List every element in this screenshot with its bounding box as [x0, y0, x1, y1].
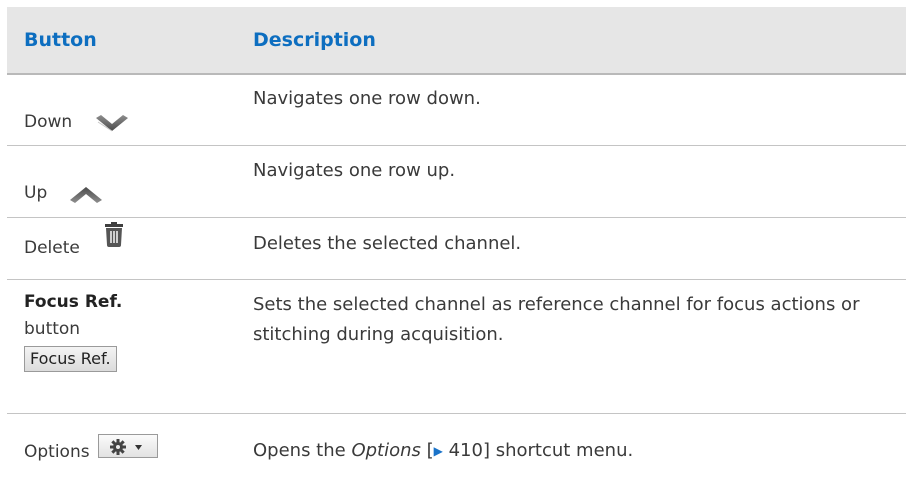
- options-desc-before: Opens the: [253, 440, 352, 461]
- table-row-up: Up Navigates one row up.: [7, 146, 906, 218]
- options-description: Opens the Options [▶ 410] shortcut menu.: [233, 414, 906, 478]
- button-cell: Delete: [7, 218, 233, 279]
- down-description: Navigates one row down.: [253, 88, 481, 109]
- focus-ref-button[interactable]: Focus Ref.: [24, 346, 117, 372]
- gear-dropdown-icon[interactable]: [98, 434, 158, 458]
- header-button: Button: [24, 29, 97, 51]
- options-label: Options: [24, 442, 90, 462]
- table-header: Button Description: [7, 7, 906, 75]
- chevron-down-icon[interactable]: [95, 113, 129, 137]
- button-cell: Options: [7, 414, 233, 478]
- chevron-up-icon[interactable]: [69, 185, 103, 209]
- options-link[interactable]: Options: [351, 440, 420, 461]
- button-cell: Down: [7, 75, 233, 145]
- up-label: Up: [24, 183, 48, 203]
- button-cell: Up: [7, 146, 233, 217]
- delete-description: Deletes the selected channel.: [253, 233, 522, 254]
- down-label: Down: [24, 112, 73, 132]
- xref-arrow-icon: ▶: [433, 444, 443, 458]
- table-row-options: Options Opens the Options [▶ 410] shortc…: [7, 414, 906, 478]
- up-description: Navigates one row up.: [253, 160, 456, 181]
- table-row-delete: Delete Deletes the selected channel.: [7, 218, 906, 280]
- delete-label: Delete: [24, 238, 80, 258]
- button-description-table: Button Description Down Navigates one ro…: [7, 7, 906, 478]
- xref-close: ]: [482, 440, 490, 461]
- trash-icon[interactable]: [103, 222, 125, 252]
- options-desc-after: shortcut menu.: [489, 440, 634, 461]
- options-xref[interactable]: [▶ 410]: [421, 440, 490, 461]
- focus-ref-label: Focus Ref.: [24, 292, 123, 312]
- xref-open: [: [420, 440, 434, 461]
- xref-page: 410: [442, 440, 483, 461]
- table-row-focus-ref: Focus Ref. button Focus Ref. Sets the se…: [7, 280, 906, 414]
- table-row-down: Down Navigates one row down.: [7, 75, 906, 146]
- focus-ref-description: Sets the selected channel as reference c…: [253, 294, 860, 345]
- focus-ref-sublabel: button: [24, 319, 81, 339]
- header-description: Description: [253, 29, 376, 51]
- button-cell: Focus Ref. button Focus Ref.: [7, 280, 233, 413]
